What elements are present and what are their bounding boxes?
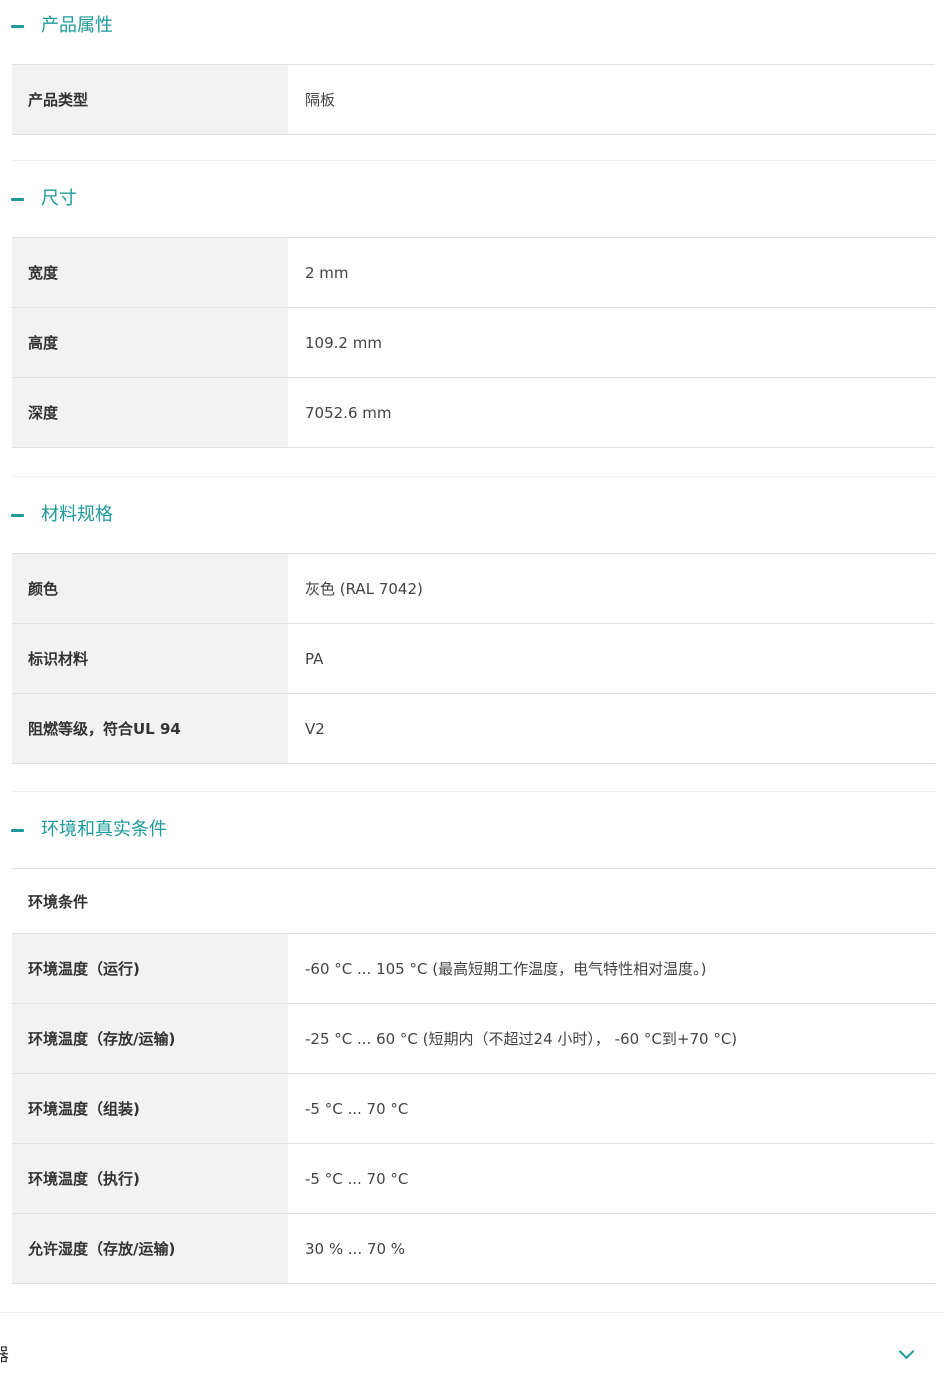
minus-icon[interactable] [11, 829, 24, 832]
table-row: 环境温度（运行) -60 °C ... 105 °C (最高短期工作温度，电气特… [12, 934, 935, 1004]
row-label: 宽度 [12, 238, 288, 307]
minus-icon[interactable] [11, 514, 24, 517]
row-value: V2 [305, 719, 325, 738]
minus-icon[interactable] [11, 25, 24, 28]
row-value: -5 °C ... 70 °C [305, 1099, 409, 1118]
row-value: PA [305, 649, 324, 668]
spec-table-product-properties: 产品类型 隔板 [12, 64, 935, 135]
table-row: 颜色 灰色 (RAL 7042) [12, 554, 935, 624]
row-value: 30 % ... 70 % [305, 1239, 406, 1258]
table-row: 环境温度（执行) -5 °C ... 70 °C [12, 1144, 935, 1214]
row-label: 深度 [12, 378, 288, 447]
table-row: 环境温度（组装) -5 °C ... 70 °C [12, 1074, 935, 1144]
section-header-dimensions[interactable]: 尺寸 [0, 185, 945, 215]
row-value: 2 mm [305, 263, 349, 282]
spec-table-material: 颜色 灰色 (RAL 7042) 标识材料 PA 阻燃等级，符合UL 94 V2 [12, 553, 935, 764]
divider [12, 160, 935, 161]
section-title: 材料规格 [41, 504, 113, 525]
divider [12, 791, 935, 792]
row-value: 109.2 mm [305, 333, 382, 352]
row-label: 环境温度（存放/运输) [12, 1004, 288, 1073]
table-row: 高度 109.2 mm [12, 308, 935, 378]
row-label: 颜色 [12, 554, 288, 623]
row-value: 隔板 [305, 91, 336, 109]
row-value: -60 °C ... 105 °C (最高短期工作温度，电气特性相对温度。) [305, 960, 707, 978]
row-label: 产品类型 [12, 65, 288, 134]
row-value: 灰色 (RAL 7042) [305, 580, 423, 598]
section-header-environment[interactable]: 环境和真实条件 [0, 816, 945, 846]
section-title: 产品属性 [41, 15, 113, 36]
row-label: 环境温度（组装) [12, 1074, 288, 1143]
row-label: 阻燃等级，符合UL 94 [12, 694, 288, 763]
row-label: 标识材料 [12, 624, 288, 693]
table-row: 产品类型 隔板 [12, 65, 935, 135]
table-row: 阻燃等级，符合UL 94 V2 [12, 694, 935, 764]
divider [12, 476, 935, 477]
section-title: 尺寸 [41, 188, 77, 209]
section-header-product-properties[interactable]: 产品属性 [0, 12, 945, 42]
table-row: 宽度 2 mm [12, 238, 935, 308]
spec-table-dimensions: 宽度 2 mm 高度 109.2 mm 深度 7052.6 mm [12, 237, 935, 448]
row-label: 环境温度（执行) [12, 1144, 288, 1213]
minus-icon[interactable] [11, 198, 24, 201]
collapsed-section-bar[interactable]: 器 [0, 1312, 945, 1391]
row-value: -5 °C ... 70 °C [305, 1169, 409, 1188]
collapsed-section-title: 器 [0, 1341, 9, 1367]
table-row: 深度 7052.6 mm [12, 378, 935, 448]
table-row: 允许湿度（存放/运输) 30 % ... 70 % [12, 1214, 935, 1284]
spec-table-environment: 环境条件 环境温度（运行) -60 °C ... 105 °C (最高短期工作温… [12, 868, 935, 1284]
table-row: 环境温度（存放/运输) -25 °C ... 60 °C (短期内（不超过24 … [12, 1004, 935, 1074]
row-label: 高度 [12, 308, 288, 377]
subheading-ambient-conditions: 环境条件 [12, 869, 935, 934]
row-value: -25 °C ... 60 °C (短期内（不超过24 小时）， -60 °C到… [305, 1030, 738, 1048]
chevron-down-icon[interactable] [898, 1343, 915, 1360]
table-row: 标识材料 PA [12, 624, 935, 694]
row-value: 7052.6 mm [305, 403, 392, 422]
row-label: 允许湿度（存放/运输) [12, 1214, 288, 1283]
section-header-material[interactable]: 材料规格 [0, 501, 945, 531]
section-title: 环境和真实条件 [41, 819, 167, 840]
row-label: 环境温度（运行) [12, 934, 288, 1003]
